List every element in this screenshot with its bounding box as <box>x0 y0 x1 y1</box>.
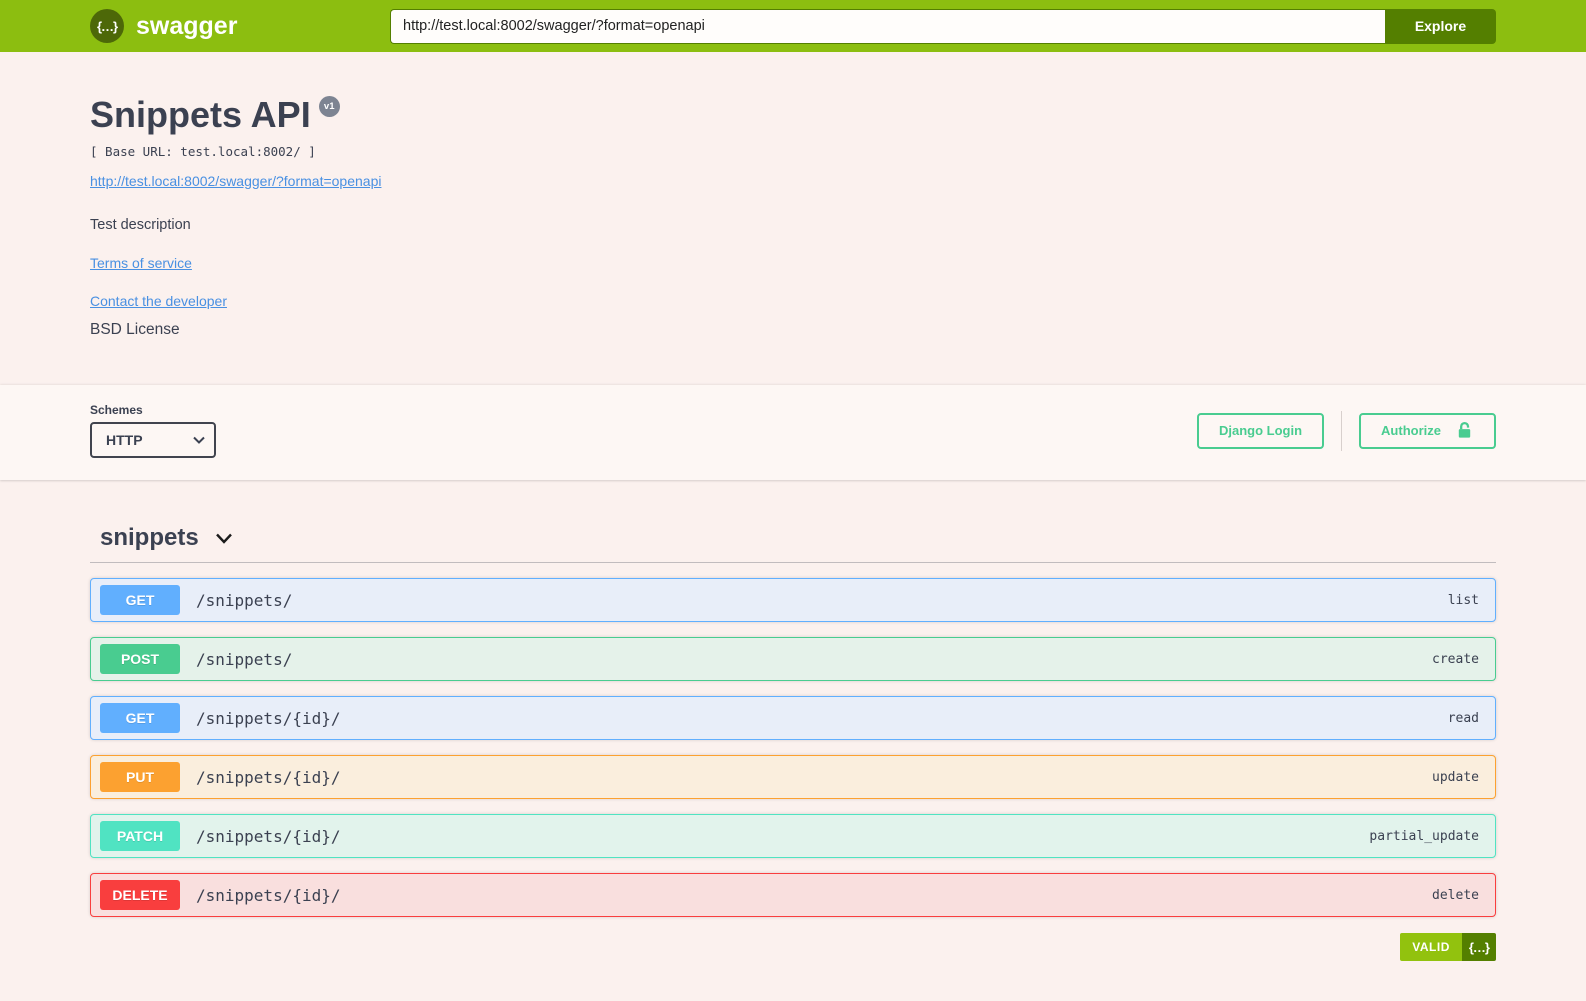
operation-path: /snippets/{id}/ <box>196 767 341 787</box>
operation-row[interactable]: GET /snippets/{id}/ read <box>90 696 1496 740</box>
operation-row[interactable]: DELETE /snippets/{id}/ delete <box>90 873 1496 917</box>
api-title-text: Snippets API <box>90 94 311 135</box>
validator-braces-icon: {…} <box>1461 933 1496 961</box>
contact-developer-link[interactable]: Contact the developer <box>90 293 227 309</box>
scheme-container: Schemes HTTP Django Login Authorize <box>0 385 1586 480</box>
swagger-logo[interactable]: {…} swagger <box>90 9 390 43</box>
explore-button[interactable]: Explore <box>1385 8 1496 44</box>
authorize-button[interactable]: Authorize <box>1359 412 1496 449</box>
operations-section: snippets GET /snippets/ list POST /snipp… <box>0 480 1586 1001</box>
operation-summary: create <box>1432 651 1479 667</box>
spec-link[interactable]: http://test.local:8002/swagger/?format=o… <box>90 173 381 189</box>
brand-name: swagger <box>136 11 238 40</box>
schemes-block: Schemes HTTP <box>90 403 216 458</box>
license-text: BSD License <box>90 321 180 338</box>
method-badge: PUT <box>100 762 180 792</box>
operation-path: /snippets/{id}/ <box>196 708 341 728</box>
validator-status: VALID <box>1400 933 1462 961</box>
page-title: Snippets API v1 <box>90 94 1496 136</box>
auth-wrapper: Django Login Authorize <box>1197 410 1496 451</box>
spec-url-input[interactable] <box>390 8 1385 44</box>
validator-row: VALID {…} <box>90 933 1496 1001</box>
chevron-down-icon <box>215 533 232 544</box>
operation-row[interactable]: GET /snippets/ list <box>90 578 1496 622</box>
operation-row[interactable]: POST /snippets/ create <box>90 637 1496 681</box>
swagger-logo-icon: {…} <box>90 9 124 43</box>
operation-path: /snippets/{id}/ <box>196 885 341 905</box>
method-badge: GET <box>100 703 180 733</box>
schemes-label: Schemes <box>90 403 143 417</box>
terms-of-service-link[interactable]: Terms of service <box>90 255 192 271</box>
authorize-button-label: Authorize <box>1381 423 1441 438</box>
method-badge: GET <box>100 585 180 615</box>
explore-form: Explore <box>390 8 1496 44</box>
version-badge: v1 <box>318 96 340 117</box>
operation-summary: delete <box>1432 887 1479 903</box>
unlock-icon <box>1455 421 1474 440</box>
api-description: Test description <box>90 217 191 233</box>
operation-row[interactable]: PUT /snippets/{id}/ update <box>90 755 1496 799</box>
method-badge: POST <box>100 644 180 674</box>
operation-path: /snippets/ <box>196 590 293 610</box>
operation-path: /snippets/{id}/ <box>196 826 341 846</box>
method-badge: DELETE <box>100 880 180 910</box>
topbar: {…} swagger Explore <box>0 0 1586 52</box>
method-badge: PATCH <box>100 821 180 851</box>
validator-badge[interactable]: VALID {…} <box>1400 933 1496 961</box>
operation-list: GET /snippets/ list POST /snippets/ crea… <box>90 578 1496 917</box>
tag-snippets[interactable]: snippets <box>90 514 1496 563</box>
operation-summary: partial_update <box>1369 828 1479 844</box>
auth-divider <box>1341 410 1343 451</box>
schemes-select[interactable]: HTTP <box>90 422 216 458</box>
operation-path: /snippets/ <box>196 649 293 669</box>
api-info-section: Snippets API v1 [ Base URL: test.local:8… <box>0 52 1586 385</box>
tag-name: snippets <box>100 524 199 551</box>
operation-summary: read <box>1447 710 1479 726</box>
operation-summary: list <box>1447 592 1479 608</box>
operation-summary: update <box>1432 769 1479 785</box>
base-url: [ Base URL: test.local:8002/ ] <box>90 144 316 159</box>
django-login-button[interactable]: Django Login <box>1197 412 1325 449</box>
operation-row[interactable]: PATCH /snippets/{id}/ partial_update <box>90 814 1496 858</box>
